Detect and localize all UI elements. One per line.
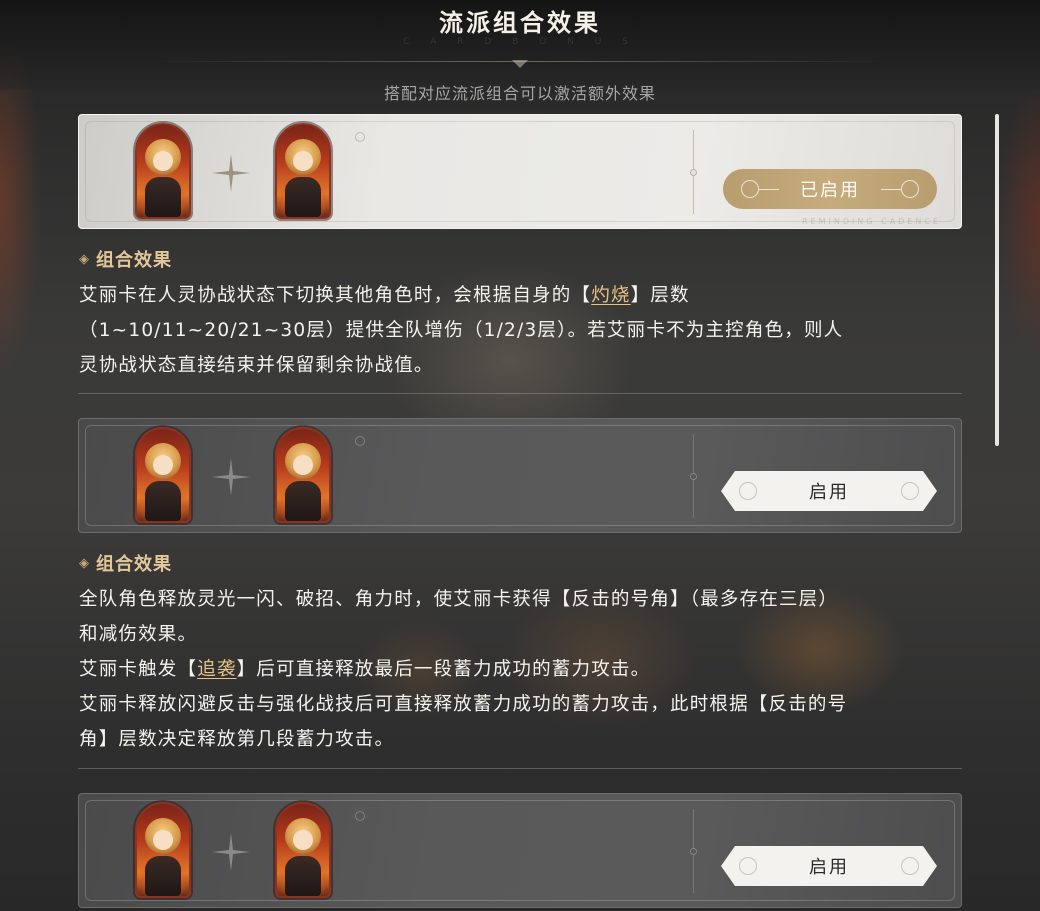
button-label: 启用 — [809, 482, 849, 503]
button-ornament-icon — [739, 482, 757, 500]
keyword-link[interactable]: 灼烧 — [591, 285, 630, 306]
effect-line: 全队角色释放灵光一闪、破招、角力时，使艾丽卡获得【反击的号角】（最多存在三层） — [79, 589, 839, 610]
keyword-link[interactable]: 追袭 — [197, 659, 236, 680]
section-divider — [78, 768, 962, 769]
effect-heading: 组合效果 — [96, 250, 172, 271]
button-ornament-icon — [901, 857, 919, 875]
title-arrow-icon — [512, 60, 528, 68]
combo-card-2[interactable]: 启用 — [78, 418, 962, 533]
effect-block-1: ◈ 组合效果 艾丽卡在人灵协战状态下切换其他角色时，会根据自身的【灼烧】层数 （1… — [79, 246, 959, 383]
effect-line: （1~10/11~20/21~30层）提供全队增伤（1/2/3层）。若艾丽卡不为… — [79, 320, 844, 341]
four-point-star-icon — [212, 458, 250, 496]
deco-circle — [355, 132, 365, 142]
character-portrait — [275, 123, 331, 219]
page-title-decoration: C A R D B O N U S — [403, 37, 637, 47]
deco-circle — [355, 436, 365, 446]
effect-line: 艾丽卡触发【追袭】后可直接释放最后一段蓄力成功的蓄力攻击。 — [79, 659, 651, 680]
effect-text: 艾丽卡在人灵协战状态下切换其他角色时，会根据自身的【灼烧】层数 （1~10/11~… — [79, 278, 959, 383]
button-label: 启用 — [809, 857, 849, 878]
effect-line: 灵协战状态直接结束并保留剩余协战值。 — [79, 355, 434, 376]
button-ornament-icon — [901, 180, 919, 198]
effect-block-2: ◈ 组合效果 全队角色释放灵光一闪、破招、角力时，使艾丽卡获得【反击的号角】（最… — [79, 550, 959, 757]
deco-circle — [355, 811, 365, 821]
button-ornament-icon — [901, 482, 919, 500]
page-subtitle: 搭配对应流派组合可以激活额外效果 — [383, 84, 656, 103]
diamond-icon: ◈ — [79, 251, 90, 267]
enabled-button[interactable]: 已启用 — [723, 169, 937, 209]
character-portrait — [135, 427, 191, 523]
button-ornament-icon — [739, 857, 757, 875]
card-watermark: REMINDING CADENCE — [801, 217, 941, 226]
character-portrait — [135, 123, 191, 219]
effect-heading: 组合效果 — [96, 554, 172, 575]
character-portrait — [275, 427, 331, 523]
four-point-star-icon — [212, 154, 250, 192]
diamond-icon: ◈ — [79, 555, 90, 571]
effect-line: 和减伤效果。 — [79, 624, 198, 645]
enable-button[interactable]: 启用 — [721, 846, 937, 886]
scrollbar[interactable] — [995, 114, 999, 446]
button-label: 已启用 — [800, 180, 860, 201]
effect-line: 艾丽卡在人灵协战状态下切换其他角色时，会根据自身的【灼烧】层数 — [79, 285, 690, 306]
button-ornament-icon — [741, 180, 759, 198]
section-divider — [78, 393, 962, 394]
effect-line: 艾丽卡释放闪避反击与强化战技后可直接释放蓄力成功的蓄力攻击，此时根据【反击的号 — [79, 694, 848, 715]
enable-button[interactable]: 启用 — [721, 471, 937, 511]
combo-card-1[interactable]: 已启用 REMINDING CADENCE — [78, 114, 962, 229]
four-point-star-icon — [212, 833, 250, 871]
character-portrait — [135, 802, 191, 898]
effect-text: 全队角色释放灵光一闪、破招、角力时，使艾丽卡获得【反击的号角】（最多存在三层） 和… — [79, 582, 959, 757]
effect-line: 角】层数决定释放第几段蓄力攻击。 — [79, 729, 395, 750]
page-title: 流派组合效果 — [439, 8, 601, 37]
combo-card-3[interactable]: 启用 — [78, 793, 962, 908]
character-portrait — [275, 802, 331, 898]
